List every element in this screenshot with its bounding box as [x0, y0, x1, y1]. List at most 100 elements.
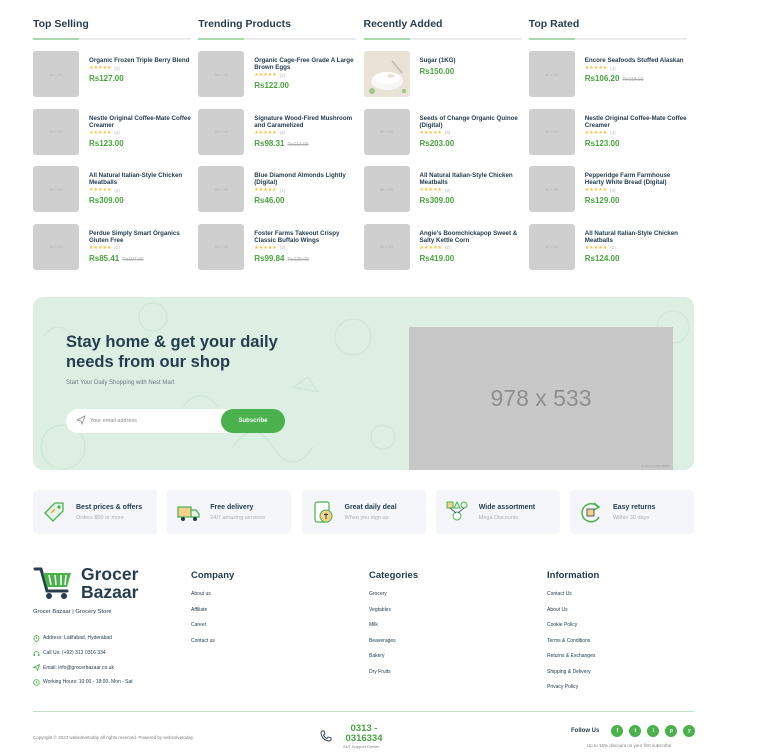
product-name[interactable]: Nestle Original Coffee-Mate Coffee Cream… [89, 115, 194, 129]
product-item[interactable]: 90 x 90 Signature Wood-Fired Mushroom and… [198, 108, 363, 167]
product-name[interactable]: Blue Diamond Almonds Lightly (Digital) [254, 172, 359, 186]
product-item[interactable]: 90 x 90 All Natural Italian-Style Chicken… [33, 166, 198, 224]
product-thumbnail[interactable]: 90 x 90 [528, 166, 575, 212]
feature-title: Best prices & offers [76, 503, 143, 511]
footer-link[interactable]: About Us [547, 607, 599, 623]
product-item[interactable]: 90 x 90 Organic Cage-Free Grade A Large B… [198, 51, 363, 109]
feature-title: Wide assortment [478, 503, 536, 511]
product-name[interactable]: Seeds of Change Organic Quinoe (Digital) [420, 115, 525, 129]
footer-link[interactable]: Affiliate [191, 607, 234, 623]
product-item[interactable]: 90 x 90 All Natural Italian-Style Chicken… [363, 166, 529, 224]
product-item[interactable]: 90 x 90 Encore Seafoods Stuffed Alaskan ★★… [528, 51, 694, 109]
product-info: Nestle Original Coffee-Mate Coffee Cream… [89, 109, 194, 148]
rating-stars: ★★★★★ [89, 65, 112, 72]
product-item[interactable]: Sugar (1KG) Rs150.00 [363, 51, 529, 109]
product-name[interactable]: Organic Frozen Triple Berry Blend [89, 57, 194, 64]
location-icon [33, 634, 40, 642]
instagram-icon[interactable]: i [647, 725, 660, 737]
product-info: Sugar (1KG) Rs150.00 [420, 51, 525, 76]
newsletter-form: Subscribe [66, 409, 285, 433]
banner-title: Stay home & get your daily needs from ou… [66, 333, 278, 371]
product-thumbnail[interactable]: 90 x 90 [528, 108, 575, 155]
product-name[interactable]: Nestle Original Coffee-Mate Coffee Cream… [585, 115, 690, 129]
banner-image-label: 978 x 533 [490, 385, 592, 411]
product-thumbnail[interactable]: 90 x 90 [198, 166, 245, 212]
footer-link[interactable]: Bakery [369, 653, 418, 669]
footer-link[interactable]: Cookie Policy [547, 622, 599, 638]
product-rating: ★★★★★ (5) [420, 130, 525, 136]
product-item[interactable]: 90 x 90 Angie's Boomchickapop Sweet & Sal… [363, 223, 529, 282]
product-thumbnail[interactable]: 90 x 90 [198, 223, 245, 270]
product-name[interactable]: Pepperidge Farm Farmhouse Hearty White B… [585, 172, 690, 186]
footer-link[interactable]: Shipping & Delivery [547, 669, 599, 685]
footer-link[interactable]: Returns & Exchanges [547, 653, 599, 669]
product-item[interactable]: 90 x 90 Foster Farms Takeout Crispy Class… [198, 223, 363, 282]
feature-card: Best prices & offers Orders $50 or more [33, 490, 157, 534]
product-thumbnail[interactable]: 90 x 90 [528, 223, 575, 270]
footer-information-title: Information [547, 570, 600, 581]
footer-link[interactable]: About us [191, 591, 234, 607]
footer-link[interactable]: Contact Us [547, 591, 599, 607]
product-name[interactable]: Perdue Simply Smart Organics Gluten Free [89, 230, 194, 244]
feature-card: Wide assortment Mega Discounts [435, 490, 560, 534]
contact-text: Working Hours: 10:00 - 18:00, Mon - Sat [43, 679, 133, 685]
product-name[interactable]: Signature Wood-Fired Mushroom and Carame… [254, 115, 359, 129]
product-item[interactable]: 90 x 90 Blue Diamond Almonds Lightly (Dig… [198, 166, 363, 224]
footer-link[interactable]: Beaverages [369, 638, 418, 654]
product-thumbnail[interactable]: 90 x 90 [363, 223, 410, 270]
footer-link[interactable]: Privacy Policy [547, 684, 599, 700]
product-name[interactable]: Organic Cage-Free Grade A Large Brown Eg… [254, 57, 359, 71]
product-name[interactable]: All Natural Italian-Style Chicken Meatba… [420, 172, 525, 186]
product-thumbnail[interactable]: 90 x 90 [198, 108, 245, 155]
product-item[interactable]: 90 x 90 Seeds of Change Organic Quinoe (D… [363, 108, 529, 167]
product-thumbnail[interactable]: 90 x 90 [198, 51, 245, 97]
product-item[interactable]: 90 x 90 Perdue Simply Smart Organics Glut… [33, 223, 198, 282]
footer-link[interactable]: Contact us [191, 638, 234, 654]
product-price-row: Rs123.00 [89, 139, 194, 148]
contact-row: Call Us: (+92) 313 0316 334 [33, 646, 133, 661]
product-name[interactable]: Sugar (1KG) [420, 57, 525, 64]
footer-link[interactable]: Dry Fruits [369, 669, 418, 685]
product-name[interactable]: Foster Farms Takeout Crispy Classic Buff… [254, 230, 359, 244]
feature-text: Best prices & offers Orders $50 or more [76, 504, 142, 521]
product-name[interactable]: All Natural Italian-Style Chicken Meatba… [585, 230, 690, 244]
product-thumbnail[interactable]: 90 x 90 [33, 108, 79, 155]
feature-subtitle: Mega Discounts [478, 514, 519, 521]
product-thumbnail[interactable]: 90 x 90 [33, 223, 79, 270]
product-name[interactable]: All Natural Italian-Style Chicken Meatba… [89, 172, 194, 186]
product-item[interactable]: 90 x 90 Nestle Original Coffee-Mate Coffe… [528, 108, 694, 167]
product-item[interactable]: 90 x 90 Pepperidge Farm Farmhouse Hearty … [528, 166, 694, 224]
product-thumbnail[interactable]: 90 x 90 [363, 108, 410, 155]
product-thumbnail[interactable] [363, 51, 410, 97]
support-phone-number[interactable]: 0313 - 0316334 [338, 724, 390, 744]
footer-link[interactable]: Career [191, 622, 234, 638]
product-price: Rs99.84 [254, 253, 285, 263]
product-rating: ★★★★★ (1) [254, 187, 359, 193]
pinterest-icon[interactable]: p [665, 725, 678, 737]
product-price-row: Rs85.41 Rs107.00 [89, 254, 194, 263]
product-thumbnail[interactable]: 90 x 90 [363, 166, 410, 212]
youtube-icon[interactable]: y [683, 725, 696, 737]
logo-wordmark: Grocer Bazaar [81, 565, 138, 601]
product-thumbnail[interactable]: 90 x 90 [33, 51, 79, 97]
footer-link[interactable]: Milk [369, 622, 418, 638]
email-input[interactable] [90, 412, 180, 430]
product-thumbnail[interactable]: 90 x 90 [33, 166, 79, 212]
product-item[interactable]: 90 x 90 Nestle Original Coffee-Mate Coffe… [33, 108, 198, 167]
footer-link[interactable]: Terms & Conditions [547, 638, 599, 654]
subscribe-button[interactable]: Subscribe [221, 409, 285, 433]
product-info: Organic Cage-Free Grade A Large Brown Eg… [254, 51, 359, 90]
product-info: Seeds of Change Organic Quinoe (Digital)… [420, 109, 525, 148]
footer-link[interactable]: Grocery [369, 591, 418, 607]
facebook-icon[interactable]: f [611, 725, 624, 737]
product-name[interactable]: Angie's Boomchickapop Sweet & Salty Kett… [420, 230, 525, 244]
clock-icon [33, 679, 40, 686]
product-thumbnail[interactable]: 90 x 90 [528, 51, 575, 97]
footer-logo[interactable]: Grocer Bazaar [33, 563, 153, 603]
thumbnail-placeholder-label: 90 x 90 [379, 129, 394, 134]
product-name[interactable]: Encore Seafoods Stuffed Alaskan [585, 57, 690, 64]
footer-link[interactable]: Vegtables [369, 607, 418, 623]
product-item[interactable]: 90 x 90 Organic Frozen Triple Berry Blend… [33, 51, 198, 109]
twitter-icon[interactable]: t [629, 725, 642, 737]
product-item[interactable]: 90 x 90 All Natural Italian-Style Chicken… [528, 223, 694, 282]
